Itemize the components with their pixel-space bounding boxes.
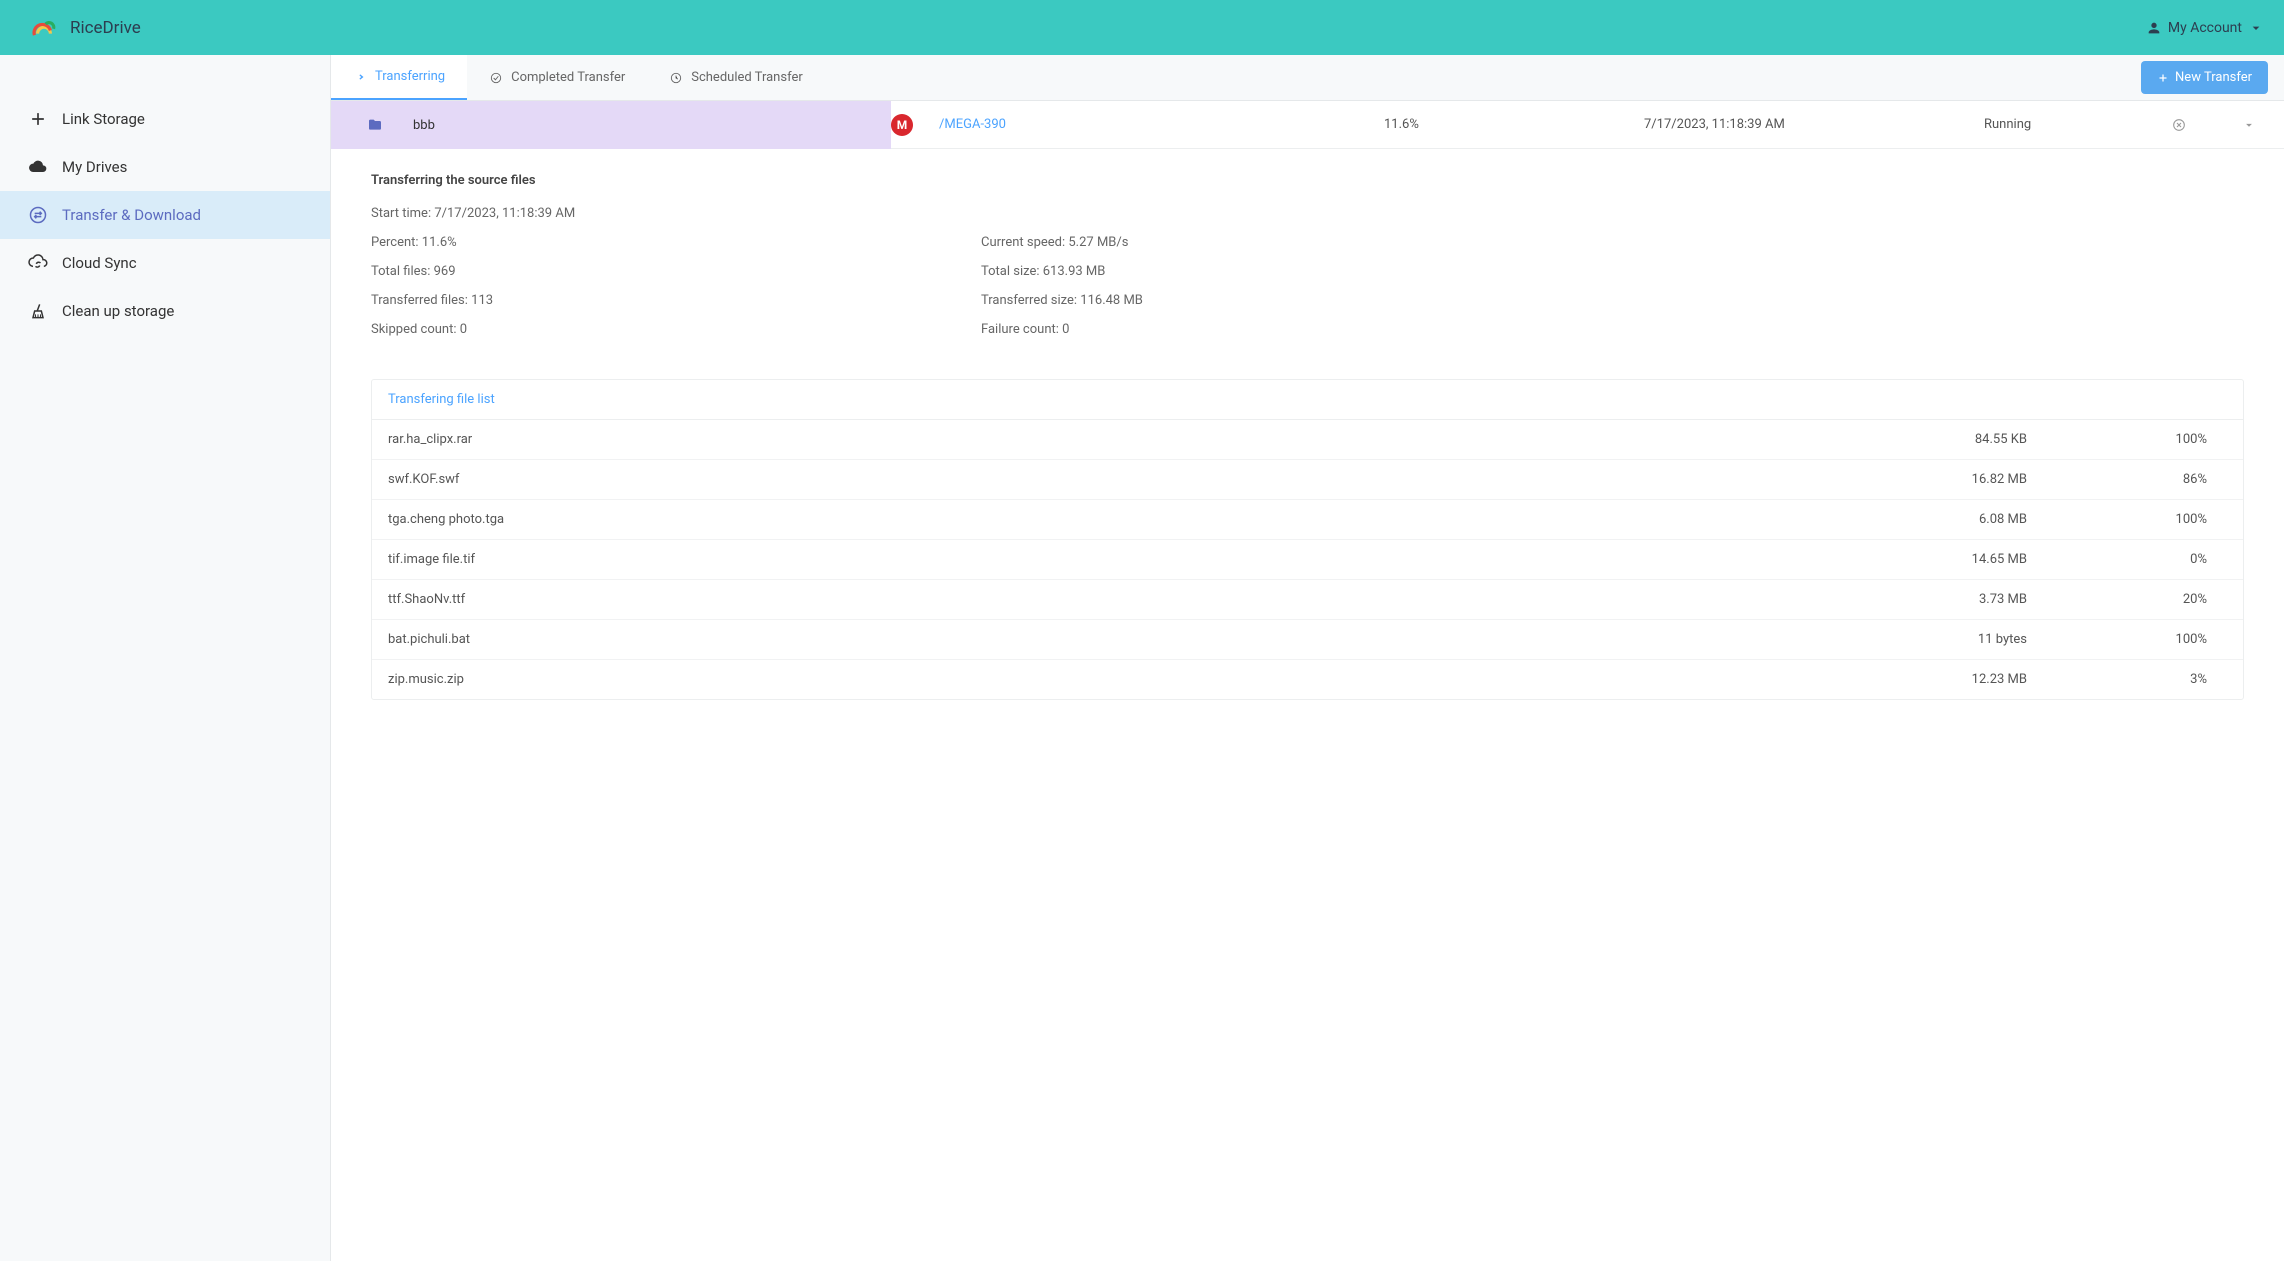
new-transfer-button[interactable]: New Transfer — [2141, 61, 2268, 94]
chevron-down-icon — [2248, 20, 2264, 36]
topbar: RiceDrive My Account — [0, 0, 2284, 55]
details-title: Transferring the source files — [371, 173, 2244, 188]
sidebar-item-label: Clean up storage — [62, 302, 174, 320]
transfer-details: Transferring the source files Start time… — [331, 149, 2284, 379]
dest-name: /MEGA-390 — [939, 117, 1006, 132]
tabs: Transferring Completed Transfer Schedule… — [331, 55, 825, 100]
file-row: tif.image file.tif14.65 MB0% — [372, 540, 2243, 580]
transfer-status: Running — [1984, 117, 2144, 132]
chevron-down-icon — [2242, 118, 2256, 132]
file-row: swf.KOF.swf16.82 MB86% — [372, 460, 2243, 500]
plus-icon — [28, 109, 48, 129]
tab-row: Transferring Completed Transfer Schedule… — [331, 55, 2284, 101]
account-label: My Account — [2168, 20, 2242, 36]
file-percent: 86% — [2067, 472, 2227, 487]
sidebar-item-label: Transfer & Download — [62, 206, 201, 224]
file-list: Transfering file list rar.ha_clipx.rar84… — [371, 379, 2244, 700]
clock-icon — [669, 71, 683, 85]
file-size: 6.08 MB — [1847, 512, 2067, 527]
file-row: zip.music.zip12.23 MB3% — [372, 660, 2243, 699]
sidebar-item-label: My Drives — [62, 158, 127, 176]
file-row: bat.pichuli.bat11 bytes100% — [372, 620, 2243, 660]
tab-label: Completed Transfer — [511, 70, 625, 85]
user-icon — [2146, 20, 2162, 36]
transfer-time: 7/17/2023, 11:18:39 AM — [1644, 117, 1984, 132]
sync-icon — [28, 253, 48, 273]
file-row: tga.cheng photo.tga6.08 MB100% — [372, 500, 2243, 540]
file-percent: 100% — [2067, 432, 2227, 447]
file-size: 84.55 KB — [1847, 432, 2067, 447]
file-size: 12.23 MB — [1847, 672, 2067, 687]
sidebar-item-my-drives[interactable]: My Drives — [0, 143, 330, 191]
stat-failure-count: Failure count: 0 — [981, 322, 1591, 337]
brand-name: RiceDrive — [70, 18, 141, 38]
transfer-percent: 11.6% — [1384, 117, 1644, 132]
stat-transferred-files: Transferred files: 113 — [371, 293, 981, 308]
cloud-icon — [28, 157, 48, 177]
stat-total-files: Total files: 969 — [371, 264, 981, 279]
plus-icon — [2157, 72, 2169, 84]
transfer-row-source[interactable]: bbb — [331, 101, 891, 149]
expand-button[interactable] — [2214, 118, 2284, 132]
sidebar-item-transfer-download[interactable]: Transfer & Download — [0, 191, 330, 239]
source-name: bbb — [413, 118, 435, 133]
tab-transferring[interactable]: Transferring — [331, 55, 467, 100]
file-list-header: Transfering file list — [372, 380, 2243, 420]
file-name: zip.music.zip — [388, 672, 1847, 687]
new-transfer-label: New Transfer — [2175, 70, 2252, 85]
sidebar-item-cloud-sync[interactable]: Cloud Sync — [0, 239, 330, 287]
sidebar-item-label: Link Storage — [62, 110, 145, 128]
stat-start-time: Start time: 7/17/2023, 11:18:39 AM — [371, 206, 2244, 221]
sidebar-item-label: Cloud Sync — [62, 254, 137, 272]
stat-percent: Percent: 11.6% — [371, 235, 981, 250]
brand: RiceDrive — [28, 16, 141, 40]
file-name: tif.image file.tif — [388, 552, 1847, 567]
file-row: ttf.ShaoNv.ttf3.73 MB20% — [372, 580, 2243, 620]
cancel-button[interactable] — [2144, 117, 2214, 133]
file-percent: 100% — [2067, 512, 2227, 527]
sidebar: Link Storage My Drives Transfer & Downlo… — [0, 55, 330, 1261]
file-name: ttf.ShaoNv.ttf — [388, 592, 1847, 607]
file-name: tga.cheng photo.tga — [388, 512, 1847, 527]
file-percent: 100% — [2067, 632, 2227, 647]
tab-scheduled[interactable]: Scheduled Transfer — [647, 55, 825, 100]
transfer-icon — [28, 205, 48, 225]
stat-current-speed: Current speed: 5.27 MB/s — [981, 235, 1591, 250]
account-menu[interactable]: My Account — [2146, 20, 2264, 36]
stat-transferred-size: Transferred size: 116.48 MB — [981, 293, 1591, 308]
tab-completed[interactable]: Completed Transfer — [467, 55, 647, 100]
file-size: 16.82 MB — [1847, 472, 2067, 487]
file-name: bat.pichuli.bat — [388, 632, 1847, 647]
content: Transferring Completed Transfer Schedule… — [330, 55, 2284, 1261]
transfer-row-details[interactable]: M /MEGA-390 11.6% 7/17/2023, 11:18:39 AM… — [891, 101, 2284, 149]
check-circle-icon — [489, 71, 503, 85]
stat-skipped-count: Skipped count: 0 — [371, 322, 981, 337]
file-percent: 20% — [2067, 592, 2227, 607]
stat-total-size: Total size: 613.93 MB — [981, 264, 1591, 279]
sidebar-item-cleanup[interactable]: Clean up storage — [0, 287, 330, 335]
tab-label: Transferring — [375, 69, 445, 84]
file-size: 11 bytes — [1847, 632, 2067, 647]
file-name: rar.ha_clipx.rar — [388, 432, 1847, 447]
cancel-icon — [2171, 117, 2187, 133]
arrow-right-icon — [353, 70, 367, 84]
brand-logo-icon — [28, 16, 60, 40]
folder-icon — [367, 117, 383, 133]
tab-label: Scheduled Transfer — [691, 70, 803, 85]
file-row: rar.ha_clipx.rar84.55 KB100% — [372, 420, 2243, 460]
file-size: 14.65 MB — [1847, 552, 2067, 567]
file-size: 3.73 MB — [1847, 592, 2067, 607]
sidebar-item-link-storage[interactable]: Link Storage — [0, 95, 330, 143]
mega-icon: M — [891, 114, 913, 136]
file-percent: 0% — [2067, 552, 2227, 567]
file-name: swf.KOF.swf — [388, 472, 1847, 487]
file-percent: 3% — [2067, 672, 2227, 687]
broom-icon — [28, 301, 48, 321]
